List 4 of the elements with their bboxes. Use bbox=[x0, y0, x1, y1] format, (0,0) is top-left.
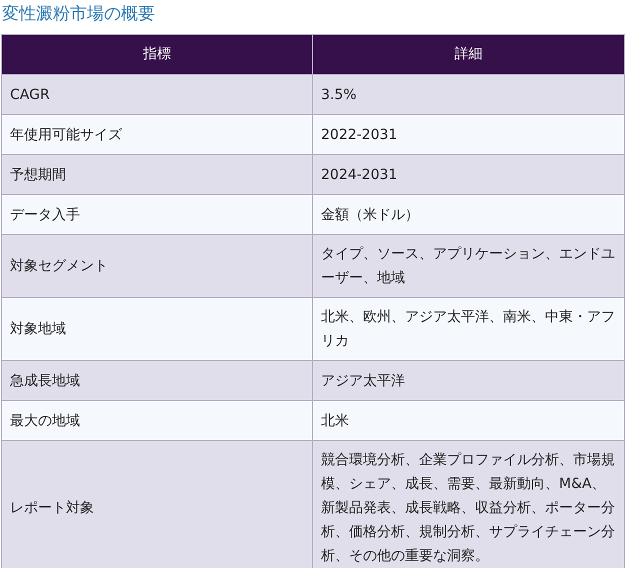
table-cell: レポート対象 bbox=[2, 440, 312, 568]
column-header: 指標 bbox=[2, 34, 312, 74]
column-header: 詳細 bbox=[312, 34, 624, 74]
page-title: 変性澱粉市場の概要 bbox=[1, 3, 155, 26]
